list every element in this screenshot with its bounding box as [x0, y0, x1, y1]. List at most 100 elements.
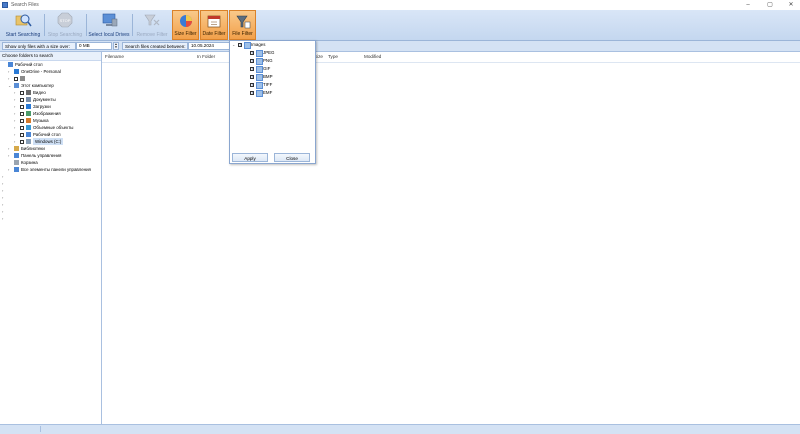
- tree-node[interactable]: › Загрузки: [0, 103, 101, 110]
- close-popup-button[interactable]: Close: [274, 153, 310, 162]
- column-type[interactable]: Type: [328, 54, 338, 59]
- expand-chevron-icon[interactable]: ›: [14, 110, 18, 117]
- file-type-checkbox[interactable]: [250, 65, 255, 73]
- column-in-folder[interactable]: In Folder: [197, 54, 215, 59]
- date-filter-button[interactable]: Date Filter: [200, 10, 228, 40]
- select-local-drives-button[interactable]: Select local Drives: [88, 10, 130, 40]
- folder-checkbox[interactable]: [20, 111, 24, 116]
- expand-chevron-icon[interactable]: ›: [14, 124, 18, 131]
- file-type-checkbox[interactable]: [250, 73, 255, 81]
- expand-chevron-icon[interactable]: ›: [2, 208, 6, 215]
- remove-filter-button[interactable]: Remove Filter: [134, 10, 170, 40]
- file-type-checkbox[interactable]: [250, 81, 255, 89]
- tree-node[interactable]: › OneDrive - Personal: [0, 68, 101, 75]
- tree-node[interactable]: › Windows (C:): [0, 138, 101, 145]
- folder-checkbox[interactable]: [20, 118, 24, 123]
- tree-node[interactable]: ›: [0, 75, 101, 82]
- column-filename[interactable]: Filename: [105, 54, 124, 59]
- collapse-chevron-icon[interactable]: ⌄: [232, 41, 236, 49]
- size-filter-label: Size Filter: [174, 31, 197, 37]
- expand-chevron-icon[interactable]: ›: [14, 103, 18, 110]
- file-type-checkbox[interactable]: [250, 49, 255, 57]
- date-input[interactable]: 10.05.2024: [188, 42, 230, 50]
- file-type-checkbox[interactable]: [250, 89, 255, 97]
- stop-searching-button[interactable]: STOP Stop Searching: [46, 10, 84, 40]
- file-filter-button[interactable]: File Filter: [229, 10, 256, 40]
- file-type-node[interactable]: PNG: [230, 57, 315, 65]
- tree-node[interactable]: › Все элементы панели управления: [0, 166, 101, 173]
- expand-chevron-icon[interactable]: ›: [2, 187, 6, 194]
- column-modified[interactable]: Modified: [364, 54, 381, 59]
- minimize-button[interactable]: –: [743, 1, 753, 9]
- tree-node[interactable]: › Панель управления: [0, 152, 101, 159]
- folder-checkbox[interactable]: [20, 97, 24, 102]
- tree-node[interactable]: ›: [0, 187, 101, 194]
- expand-chevron-icon[interactable]: ›: [14, 138, 18, 145]
- close-button[interactable]: ✕: [786, 1, 796, 9]
- size-filter-button[interactable]: Size Filter: [172, 10, 199, 40]
- file-type-node[interactable]: JPEG: [230, 49, 315, 57]
- tree-node[interactable]: ›: [0, 180, 101, 187]
- collapse-chevron-icon[interactable]: ⌄: [8, 82, 12, 89]
- title-bar: Search Files – ▢ ✕: [0, 0, 800, 10]
- file-type-node[interactable]: TIFF: [230, 81, 315, 89]
- expand-chevron-icon[interactable]: ›: [2, 194, 6, 201]
- file-type-checkbox[interactable]: [250, 57, 255, 65]
- tree-node-label: Музыка: [33, 118, 49, 123]
- tree-node[interactable]: ›: [0, 173, 101, 180]
- tree-node[interactable]: ⌄ Этот компьютер: [0, 82, 101, 89]
- desktop-folder-icon: [26, 132, 31, 137]
- file-type-node[interactable]: GIF: [230, 65, 315, 73]
- folder-checkbox[interactable]: [20, 90, 24, 95]
- expand-chevron-icon[interactable]: ›: [8, 166, 12, 173]
- file-group-node[interactable]: ⌄ Images: [230, 41, 315, 49]
- tree-node[interactable]: ›: [0, 194, 101, 201]
- tree-node[interactable]: › Объемные объекты: [0, 124, 101, 131]
- size-spinner[interactable]: ▲ ▼: [113, 42, 119, 50]
- expand-chevron-icon[interactable]: ›: [8, 75, 12, 82]
- start-searching-button[interactable]: Start Searching: [4, 10, 42, 40]
- file-type-node[interactable]: EMF: [230, 89, 315, 97]
- remove-filter-label: Remove Filter: [136, 32, 168, 38]
- file-type-label: PNG: [263, 58, 273, 63]
- expand-chevron-icon[interactable]: ›: [14, 96, 18, 103]
- expand-chevron-icon[interactable]: ›: [14, 89, 18, 96]
- folder-checkbox[interactable]: [20, 104, 24, 109]
- size-input[interactable]: 0 MB: [76, 42, 112, 50]
- tree-node[interactable]: › Документы: [0, 96, 101, 103]
- expand-chevron-icon[interactable]: ›: [2, 201, 6, 208]
- expand-chevron-icon[interactable]: ›: [2, 180, 6, 187]
- tree-node[interactable]: › Видео: [0, 89, 101, 96]
- toolbar-separator: [132, 14, 133, 36]
- tree-node[interactable]: › Рабочий стол: [0, 131, 101, 138]
- tree-node[interactable]: ›: [0, 215, 101, 222]
- folder-checkbox[interactable]: [20, 132, 24, 137]
- folder-checkbox[interactable]: [20, 139, 24, 144]
- expand-chevron-icon[interactable]: ›: [2, 215, 6, 222]
- expand-chevron-icon[interactable]: ›: [14, 131, 18, 138]
- expand-chevron-icon[interactable]: ›: [8, 145, 12, 152]
- tree-node[interactable]: ›: [0, 201, 101, 208]
- folder-checkbox[interactable]: [20, 125, 24, 130]
- tree-node[interactable]: › Музыка: [0, 117, 101, 124]
- tree-node[interactable]: Корзина: [0, 159, 101, 166]
- 3d-objects-folder-icon: [26, 125, 31, 130]
- tree-node[interactable]: ›: [0, 208, 101, 215]
- folder-tree-pane: Choose folders to search Рабочий стол › On…: [0, 52, 102, 424]
- file-type-tree: ⌄ Images JPEG PNG GIF BMP TIFF EMF: [230, 41, 315, 97]
- expand-chevron-icon[interactable]: ›: [2, 173, 6, 180]
- apply-button[interactable]: Apply: [232, 153, 268, 162]
- maximize-button[interactable]: ▢: [765, 1, 775, 9]
- tree-node-label: Загрузки: [33, 104, 51, 109]
- file-type-node[interactable]: BMP: [230, 73, 315, 81]
- tree-node[interactable]: › Изображения: [0, 110, 101, 117]
- expand-chevron-icon[interactable]: ›: [14, 117, 18, 124]
- tree-node[interactable]: Рабочий стол: [0, 61, 101, 68]
- folder-checkbox[interactable]: [14, 76, 18, 81]
- expand-chevron-icon[interactable]: ›: [8, 68, 12, 75]
- app-icon: [2, 2, 8, 8]
- file-type-checkbox[interactable]: [238, 41, 243, 49]
- expand-chevron-icon[interactable]: ›: [8, 152, 12, 159]
- libraries-icon: [14, 146, 19, 151]
- tree-node[interactable]: › Библиотеки: [0, 145, 101, 152]
